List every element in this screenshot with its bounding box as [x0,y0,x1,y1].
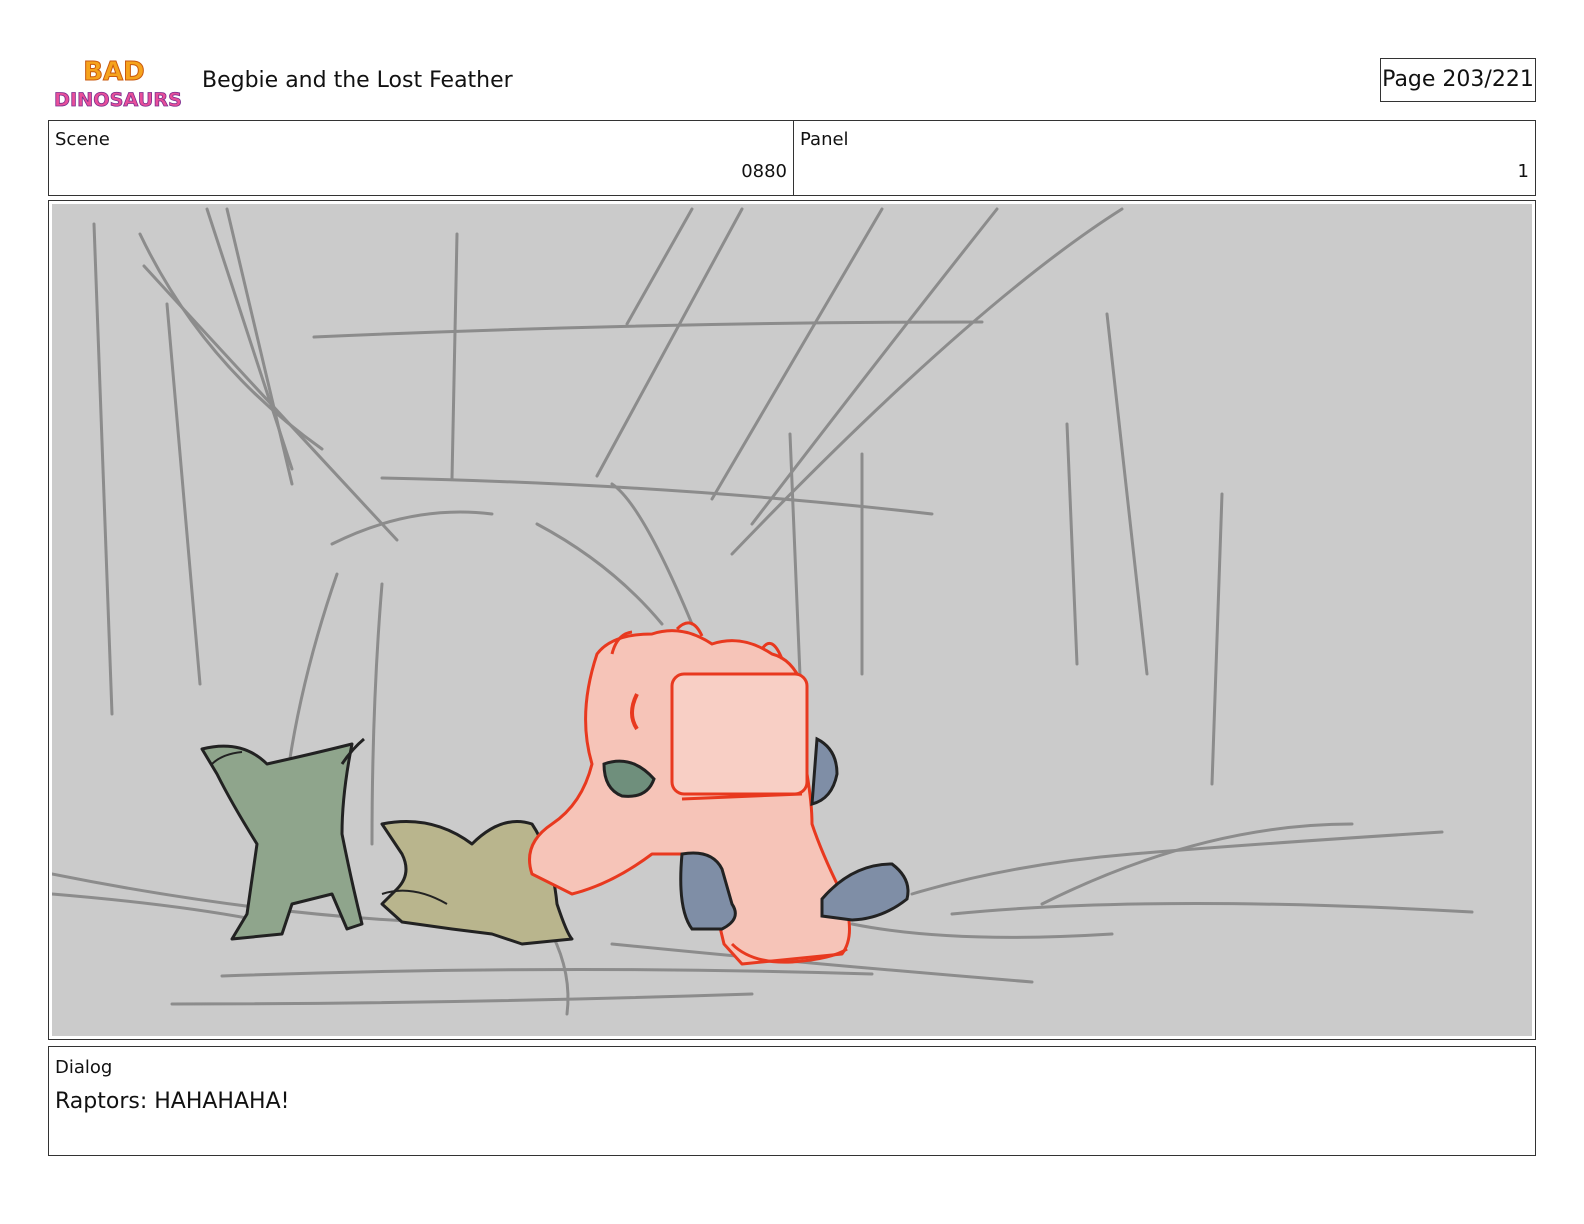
panel-cell: Panel 1 [794,121,1535,195]
sketch-illustration [52,207,1474,1016]
scene-panel-row: Scene 0880 Panel 1 [48,120,1536,196]
bad-dinosaurs-logo: BAD DINOSAURS [54,57,183,112]
raptor-green [200,737,365,941]
page-number: Page 203/221 [1380,58,1536,102]
storyboard-drawing [52,204,1532,1036]
dialog-text: Raptors: HAHAHAHA! [55,1089,290,1114]
dialog-box: Dialog Raptors: HAHAHAHA! [48,1046,1536,1156]
panel-value: 1 [1517,161,1529,182]
svg-text:BAD: BAD [83,57,145,87]
scene-label: Scene [55,129,110,150]
dialog-label: Dialog [55,1057,113,1078]
document-title: Begbie and the Lost Feather [202,68,513,93]
panel-label: Panel [800,129,849,150]
storyboard-frame [48,200,1536,1040]
scene-value: 0880 [741,161,787,182]
page-header: BAD DINOSAURS Begbie and the Lost Feathe… [48,52,1536,112]
scene-cell: Scene 0880 [49,121,794,195]
svg-text:DINOSAURS: DINOSAURS [54,89,182,111]
